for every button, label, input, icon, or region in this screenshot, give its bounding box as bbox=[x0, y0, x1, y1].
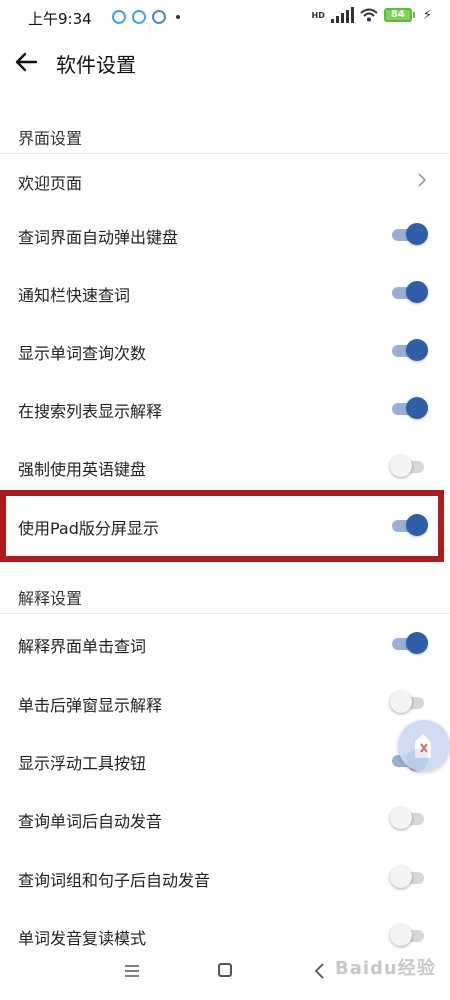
status-bar: 上午9:34 HD 84 ⚡ bbox=[0, 0, 450, 34]
setting-label: 在搜索列表显示解释 bbox=[18, 402, 163, 421]
toggle-switch[interactable] bbox=[390, 454, 428, 480]
battery-level: 84 bbox=[383, 8, 412, 22]
setting-label: 查询词组和句子后自动发音 bbox=[18, 871, 211, 890]
setting-row-pad-split-screen: 使用Pad版分屏显示 bbox=[0, 497, 450, 555]
wifi-icon bbox=[360, 8, 378, 22]
toggle-switch[interactable] bbox=[390, 923, 428, 949]
section-header-explanation: 解释设置 bbox=[18, 589, 83, 608]
top-app-bar: 软件设置 bbox=[0, 34, 450, 90]
setting-row-lookup-count: 显示单词查询次数 bbox=[0, 322, 450, 380]
setting-label: 单词发音复读模式 bbox=[18, 929, 147, 948]
toggle-switch[interactable] bbox=[392, 513, 428, 539]
more-notifications-dot-icon bbox=[176, 15, 180, 19]
setting-row-auto-keyboard: 查词界面自动弹出键盘 bbox=[0, 206, 450, 264]
setting-label: 查询单词后自动发音 bbox=[18, 812, 163, 831]
setting-row-notification-lookup: 通知栏快速查词 bbox=[0, 264, 450, 322]
toggle-switch[interactable] bbox=[392, 338, 428, 364]
toggle-switch[interactable] bbox=[392, 631, 428, 657]
status-time: 上午9:34 bbox=[28, 10, 92, 28]
toggle-switch[interactable] bbox=[392, 280, 428, 306]
app-notification-icon bbox=[132, 10, 146, 24]
setting-row-popup-explanation: 单击后弹窗显示解释 bbox=[0, 674, 450, 732]
setting-label: 欢迎页面 bbox=[18, 174, 83, 193]
section-divider bbox=[0, 613, 450, 614]
signal-strength-icon bbox=[330, 7, 354, 23]
menu-lines-icon[interactable] bbox=[124, 964, 140, 978]
floating-tool-button[interactable] bbox=[398, 720, 450, 772]
network-type-label: HD bbox=[311, 10, 325, 20]
chevron-right-icon bbox=[418, 173, 427, 187]
setting-label: 单击后弹窗显示解释 bbox=[18, 696, 163, 715]
chevron-left-icon[interactable] bbox=[313, 962, 325, 980]
toggle-switch[interactable] bbox=[390, 865, 428, 891]
lightning-icon: ⚡ bbox=[422, 7, 432, 23]
setting-row-word-auto-pronounce: 查询单词后自动发音 bbox=[0, 790, 450, 848]
app-notification-icon bbox=[152, 10, 166, 24]
setting-label: 解释界面单击查词 bbox=[18, 637, 147, 656]
setting-row-click-lookup: 解释界面单击查词 bbox=[0, 615, 450, 673]
setting-label: 通知栏快速查词 bbox=[18, 286, 131, 305]
app-notification-icon bbox=[112, 10, 126, 24]
setting-row-force-english-keyboard: 强制使用英语键盘 bbox=[0, 438, 450, 496]
floating-tool-icon bbox=[415, 734, 431, 758]
watermark: Baidu经验 bbox=[335, 958, 436, 979]
toggle-switch[interactable] bbox=[392, 222, 428, 248]
setting-label: 使用Pad版分屏显示 bbox=[18, 519, 159, 538]
setting-label: 强制使用英语键盘 bbox=[18, 460, 147, 479]
notification-icons bbox=[112, 9, 180, 25]
setting-row-phrase-auto-pronounce: 查询词组和句子后自动发音 bbox=[0, 849, 450, 907]
setting-label: 查词界面自动弹出键盘 bbox=[18, 228, 179, 247]
setting-label: 显示浮动工具按钮 bbox=[18, 754, 147, 773]
toggle-switch[interactable] bbox=[390, 690, 428, 716]
battery-icon: 84 bbox=[383, 8, 415, 22]
toggle-switch[interactable] bbox=[392, 396, 428, 422]
page-title: 软件设置 bbox=[56, 53, 136, 77]
setting-label: 显示单词查询次数 bbox=[18, 344, 147, 363]
square-home-icon[interactable] bbox=[218, 963, 232, 977]
toggle-switch[interactable] bbox=[390, 806, 428, 832]
setting-row-floating-tool-button: 显示浮动工具按钮 bbox=[0, 732, 450, 790]
arrow-left-icon[interactable] bbox=[10, 46, 42, 78]
section-header-interface: 界面设置 bbox=[18, 129, 83, 148]
setting-row-search-list-explanation: 在搜索列表显示解释 bbox=[0, 380, 450, 438]
setting-row-welcome-page[interactable]: 欢迎页面 bbox=[0, 152, 450, 210]
